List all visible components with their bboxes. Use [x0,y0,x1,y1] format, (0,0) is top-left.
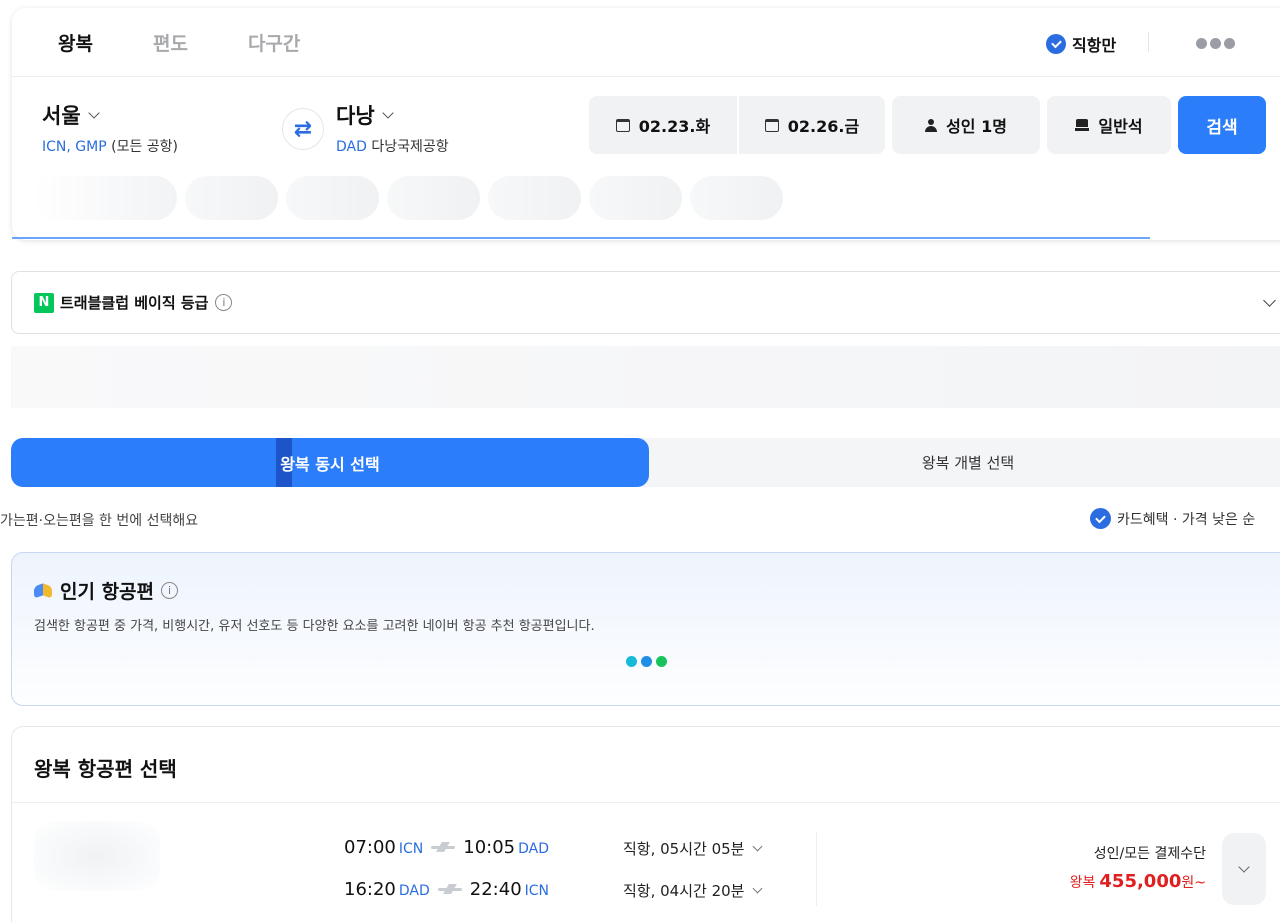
swap-icon: ⇄ [293,116,313,142]
arr-time: 22:40 [469,879,522,900]
duration-label: 직항, 04시간 20분 [623,882,745,900]
origin-codes: ICN, GMP [42,139,107,155]
outbound-leg: 07:00 ICN 10:05 DAD [344,837,549,858]
price-prefix: 왕복 [1069,875,1096,891]
loading-dot [641,656,652,667]
loading-skeleton [32,176,783,220]
origin-sub: (모든 공항) [111,139,179,155]
outbound-duration[interactable]: 직항, 05시간 05분 [623,838,763,859]
direct-only-toggle[interactable]: 직항만 [1046,32,1116,56]
divider [1148,32,1149,52]
loading-progress-bar [12,237,1150,239]
destination-city: 다낭 [336,104,375,128]
check-circle-icon [1090,508,1111,529]
loading-dot [656,656,667,667]
fare-condition: 성인/모든 결제수단 [1093,846,1206,862]
popular-flights-panel: 인기 항공편 i 검색한 항공편 중 가격, 비행시간, 유저 선호도 등 다양… [11,552,1280,706]
return-date-button[interactable]: 02.26.금 [739,96,885,154]
search-button[interactable]: 검색 [1178,96,1266,154]
price-amount: 455,000 [1099,871,1182,892]
depart-date: 02.23.화 [638,117,711,136]
direct-only-label: 직항만 [1072,36,1117,55]
flight-list: 왕복 항공편 선택 07:00 ICN 10:05 DAD 16:20 DAD … [11,726,1280,922]
return-leg: 16:20 DAD 22:40 ICN [344,879,549,900]
chevron-down-icon [381,106,394,119]
chevron-down-icon [753,841,763,851]
passengers-label: 성인 1명 [946,117,1007,136]
cabin-class-button[interactable]: 일반석 [1047,96,1171,154]
chevron-down-icon [87,106,100,119]
chevron-down-icon [1263,294,1276,307]
airline-logo-skeleton [34,821,160,891]
travel-club-bar[interactable]: N 트래블클럽 베이직 등급 i [11,271,1280,334]
tab-round-trip[interactable]: 왕복 [58,29,93,56]
divider [12,802,1280,803]
popular-title: 인기 항공편 [60,581,155,603]
chevron-down-icon [1238,860,1250,873]
destination-code: DAD [336,139,367,155]
cabin-label: 일반석 [1098,117,1143,136]
helper-text: 가는편·오는편을 한 번에 선택해요 [0,513,199,529]
chevron-down-icon [753,883,763,893]
destination-selector[interactable]: 다낭 DAD 다낭국제공항 [336,100,449,156]
flight-search-card: 왕복 편도 다구간 직항만 서울 ICN, GMP (모든 공항) ⇄ 다낭 D… [12,8,1280,240]
tab-multi-city[interactable]: 다구간 [248,29,300,56]
dep-airport: ICN [398,841,424,857]
return-date: 02.26.금 [787,117,860,136]
duration-label: 직항, 05시간 05분 [623,840,745,858]
travel-club-label: 트래블클럽 베이직 등급 [60,294,209,312]
ribbon-icon [34,583,54,599]
plane-icon [431,842,457,852]
trip-type-tabs: 왕복 편도 다구간 [12,8,300,76]
price-suffix: 원~ [1181,875,1206,891]
plane-icon [437,884,464,894]
mode-round-trip-separate[interactable]: 왕복 개별 선택 [649,438,1280,487]
divider [816,832,817,906]
mode-round-trip-together[interactable]: 왕복 동시 선택 [11,438,649,487]
more-options-icon[interactable] [1196,38,1235,49]
dep-time: 16:20 [344,879,396,900]
mode-active-label: 왕복 동시 선택 [280,454,380,474]
banner-skeleton [11,346,1280,408]
divider [12,76,1280,77]
dep-time: 07:00 [344,837,396,858]
popular-description: 검색한 항공편 중 가격, 비행시간, 유저 선호도 등 다양한 요소를 고려한… [34,619,595,634]
destination-sub: 다낭국제공항 [371,139,449,155]
dep-airport: DAD [398,883,430,899]
fare-price: 왕복 455,000 원~ [1070,871,1206,892]
info-icon[interactable]: i [161,582,179,599]
expand-fares-button[interactable] [1222,833,1266,905]
seat-icon [1075,119,1090,131]
sort-selector[interactable]: 카드혜택 · 가격 낮은 순 [1090,508,1255,529]
loading-dot [626,656,637,667]
loading-dots [626,656,667,667]
depart-date-button[interactable]: 02.23.화 [589,96,737,154]
selection-mode-toggle: 왕복 동시 선택 왕복 개별 선택 [11,438,1280,487]
passengers-button[interactable]: 성인 1명 [892,96,1040,154]
naver-logo-icon: N [34,292,54,313]
tab-one-way[interactable]: 편도 [153,29,188,56]
return-duration[interactable]: 직항, 04시간 20분 [623,880,763,901]
sort-label: 카드혜택 · 가격 낮은 순 [1117,511,1256,528]
arr-time: 10:05 [463,837,516,858]
origin-city: 서울 [42,104,81,128]
check-circle-icon [1046,34,1066,54]
flight-list-title: 왕복 항공편 선택 [34,757,177,781]
arr-airport: ICN [524,883,550,899]
person-icon [925,118,938,132]
info-icon[interactable]: i [215,294,233,311]
arr-airport: DAD [518,841,550,857]
calendar-icon [615,118,630,132]
swap-route-button[interactable]: ⇄ [282,108,324,150]
calendar-icon [764,118,779,132]
origin-selector[interactable]: 서울 ICN, GMP (모든 공항) [42,100,178,156]
